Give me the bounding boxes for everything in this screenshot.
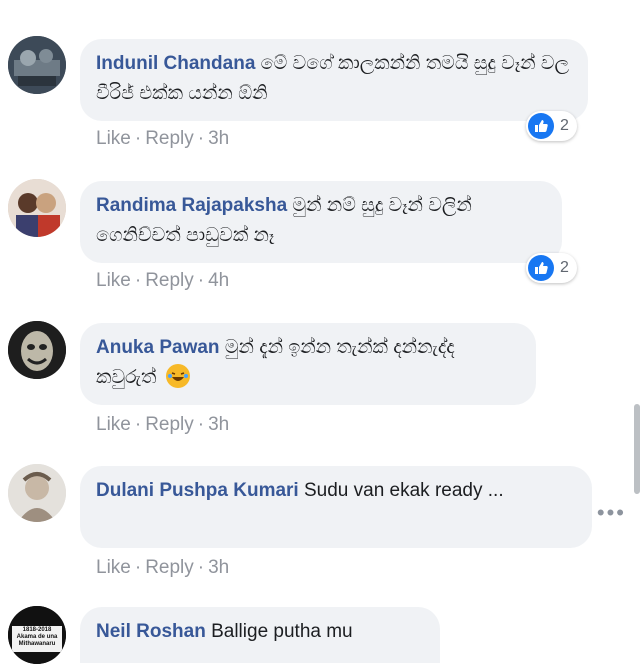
comment-bubble: Neil Roshan Ballige putha mu	[80, 607, 440, 663]
avatar[interactable]	[8, 321, 66, 379]
separator: ·	[134, 270, 142, 291]
avatar[interactable]	[8, 464, 66, 522]
like-link[interactable]: Like	[96, 414, 131, 436]
separator: ·	[197, 414, 205, 435]
comment-time[interactable]: 3h	[208, 557, 229, 579]
like-link[interactable]: Like	[96, 557, 131, 579]
comment-text: Ballige putha mu	[211, 621, 353, 642]
reaction-count-value: 2	[560, 117, 569, 134]
reply-link[interactable]: Reply	[145, 557, 194, 579]
comment-bubble: Anuka Pawan මුන් දැන් ඉන්න තැන්ක් දන්නැද…	[80, 323, 536, 405]
reply-link[interactable]: Reply	[145, 414, 194, 436]
comment-bubble: Randima Rajapaksha මුන් නම් සුදු වෑන් වල…	[80, 181, 562, 263]
reaction-count[interactable]: 2	[526, 111, 577, 141]
separator: ·	[134, 128, 142, 149]
reaction-count[interactable]: 2	[526, 253, 577, 283]
comment-text: Sudu van ekak ready ...	[303, 480, 504, 501]
avatar[interactable]	[8, 179, 66, 237]
comment-actions: Like · Reply · 3h	[96, 414, 229, 436]
comment-author[interactable]: Anuka Pawan	[96, 337, 220, 358]
separator: ·	[197, 270, 205, 291]
reply-link[interactable]: Reply	[145, 270, 194, 292]
avatar[interactable]	[8, 36, 66, 94]
comment-bubble: Dulani Pushpa Kumari Sudu van ekak ready…	[80, 466, 592, 548]
comment-actions: Like · Reply · 3h	[96, 557, 229, 579]
separator: ·	[134, 414, 142, 435]
comment-author[interactable]: Neil Roshan	[96, 621, 206, 642]
avatar[interactable]: 1818-2018 Akama de una Mithawanaru	[8, 606, 66, 664]
like-reaction-icon	[528, 113, 554, 139]
reply-link[interactable]: Reply	[145, 128, 194, 150]
like-link[interactable]: Like	[96, 128, 131, 150]
comment-author[interactable]: Dulani Pushpa Kumari	[96, 480, 299, 501]
comment-time[interactable]: 3h	[208, 414, 229, 436]
separator: ·	[197, 557, 205, 578]
avatar-caption: 1818-2018 Akama de una Mithawanaru	[16, 627, 58, 647]
separator: ·	[134, 557, 142, 578]
comment-time[interactable]: 4h	[208, 270, 229, 292]
comment-actions: Like · Reply · 3h	[96, 128, 229, 150]
scrollbar[interactable]	[634, 404, 640, 494]
like-reaction-icon	[528, 255, 554, 281]
comment-actions: Like · Reply · 4h	[96, 270, 229, 292]
comment-time[interactable]: 3h	[208, 128, 229, 150]
comment-bubble: Indunil Chandana මේ වගේ කාලකන්නි තමයි සු…	[80, 39, 588, 121]
laughing-emoji-icon	[165, 364, 190, 388]
comment-author[interactable]: Indunil Chandana	[96, 53, 255, 74]
comment-author[interactable]: Randima Rajapaksha	[96, 195, 287, 216]
separator: ·	[197, 128, 205, 149]
reaction-count-value: 2	[560, 259, 569, 276]
more-options-icon[interactable]: •••	[597, 500, 626, 526]
like-link[interactable]: Like	[96, 270, 131, 292]
